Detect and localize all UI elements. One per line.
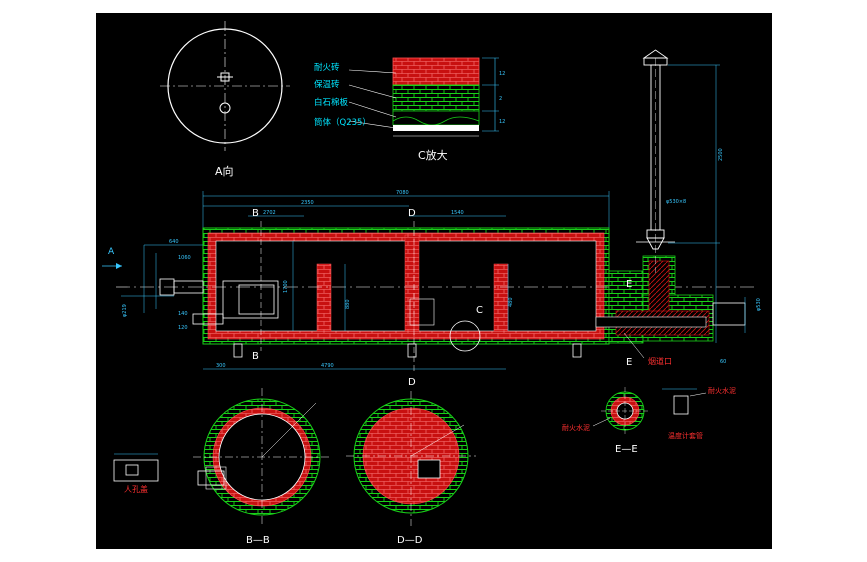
- dim-v8: 60: [720, 359, 726, 365]
- section-ee-label-refractory-left: 耐火水泥: [562, 423, 590, 432]
- layer-label-insulation-brick: 保温砖: [314, 79, 340, 90]
- cad-drawing: A向 耐火砖 保温砖 白石棉板 筒体（Q235） 12 2 12 C放大 708…: [102, 21, 762, 546]
- dim-v1: 640: [169, 239, 179, 245]
- dim-overall: 7080: [396, 190, 409, 196]
- layer-label-shell: 筒体（Q235）: [314, 117, 371, 128]
- view-a-title: A向: [215, 164, 234, 178]
- dim-side-2: φ530: [756, 298, 762, 311]
- section-mark-b-bottom: B: [252, 351, 259, 362]
- layer-label-firebrick: 耐火砖: [314, 62, 340, 73]
- dim-v5: 480: [508, 297, 514, 307]
- section-ee-title: E—E: [615, 444, 638, 455]
- dim-side-1: φ219: [122, 304, 128, 317]
- flue-port-label: 烟道口: [648, 356, 672, 366]
- manhole-label: 人孔盖: [124, 484, 148, 494]
- detail-c: 耐火砖 保温砖 白石棉板 筒体（Q235） 12 2 12 C放大: [314, 57, 505, 162]
- manhole-cover: 人孔盖: [113, 453, 159, 494]
- section-dd-title: D—D: [397, 535, 423, 546]
- detail-c-title: C放大: [418, 148, 448, 162]
- section-mark-d-top: D: [408, 208, 416, 219]
- section-mark-d-bottom: D: [408, 377, 416, 388]
- detail-c-dim-1: 12: [499, 71, 505, 77]
- section-ee: E—E 耐火水泥 耐火水泥 温度计套管: [562, 386, 736, 455]
- detail-c-dim-2: 2: [499, 96, 502, 102]
- dim-stack-pipe: φ530×8: [666, 199, 686, 205]
- dim-v6: 120: [178, 325, 188, 331]
- section-ee-label-refractory-right: 耐火水泥: [708, 386, 736, 395]
- view-a-arrow-label: A: [108, 247, 115, 257]
- dim-stack-height: 2500: [718, 148, 724, 161]
- dim-bottom-left: 300: [216, 363, 226, 369]
- drawing-canvas: A向 耐火砖 保温砖 白石棉板 筒体（Q235） 12 2 12 C放大 708…: [96, 13, 772, 549]
- section-mark-e-bottom: E: [626, 357, 632, 368]
- dim-bottom-small: 4790: [321, 363, 334, 369]
- section-dd: D—D: [346, 391, 476, 546]
- section-bb: B—B: [193, 388, 331, 546]
- dim-top-small-2: 1540: [451, 210, 464, 216]
- dim-v2: 1060: [178, 255, 191, 261]
- view-a: A向: [160, 21, 290, 178]
- dim-top-small-1: 2702: [263, 210, 276, 216]
- dim-v4: 880: [345, 299, 351, 309]
- section-mark-b-top: B: [252, 208, 259, 219]
- section-bb-title: B—B: [246, 535, 270, 546]
- dim-v3: 1700: [283, 280, 289, 293]
- section-mark-c: C: [476, 305, 483, 316]
- section-ee-label-thermometer: 温度计套管: [668, 431, 703, 440]
- section-mark-e-top: E: [626, 279, 632, 290]
- detail-c-dim-3: 12: [499, 119, 505, 125]
- dim-left-span: 2350: [301, 200, 314, 206]
- layer-label-asbestos-board: 白石棉板: [314, 97, 349, 108]
- dim-v7: 140: [178, 311, 188, 317]
